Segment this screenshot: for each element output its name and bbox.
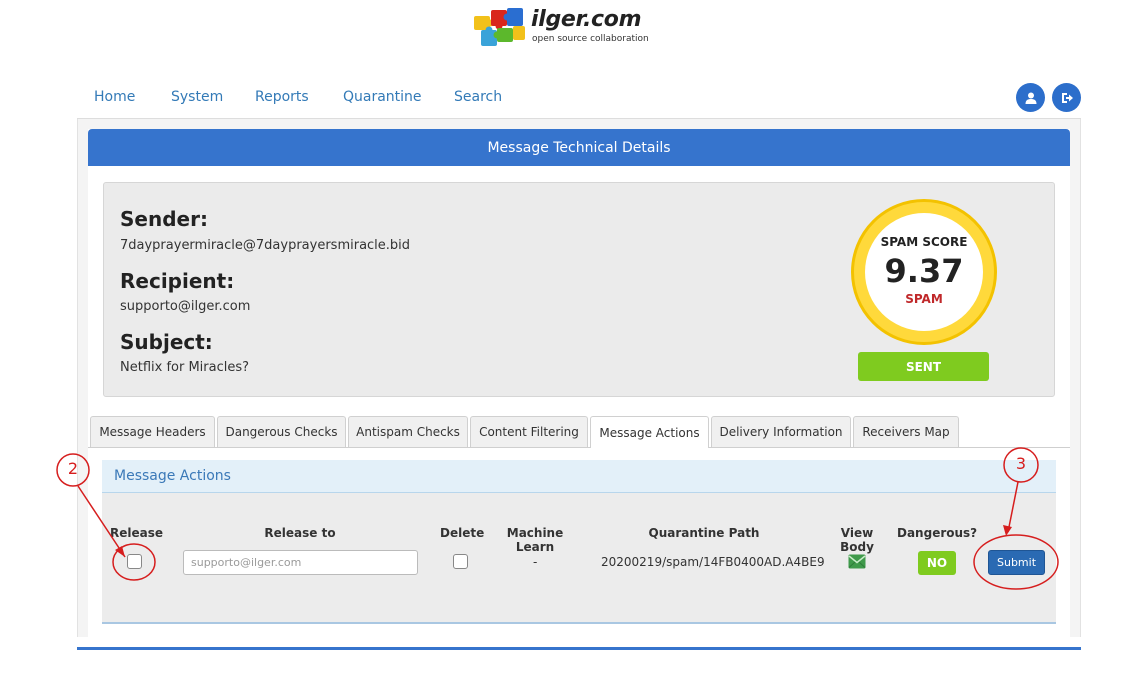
annotation-overlay bbox=[56, 447, 1059, 590]
annotation-3-arrow bbox=[1007, 481, 1019, 533]
annotation-3-arrowhead bbox=[1003, 525, 1012, 536]
annotation-label-2: 2 bbox=[67, 459, 79, 478]
annotation-submit-highlight bbox=[973, 534, 1059, 590]
page: ilger.com open source collaboration Home… bbox=[0, 0, 1124, 681]
annotation-release-highlight bbox=[112, 543, 156, 581]
annotation-2-arrow bbox=[77, 485, 126, 558]
annotation-label-3: 3 bbox=[1015, 454, 1027, 473]
